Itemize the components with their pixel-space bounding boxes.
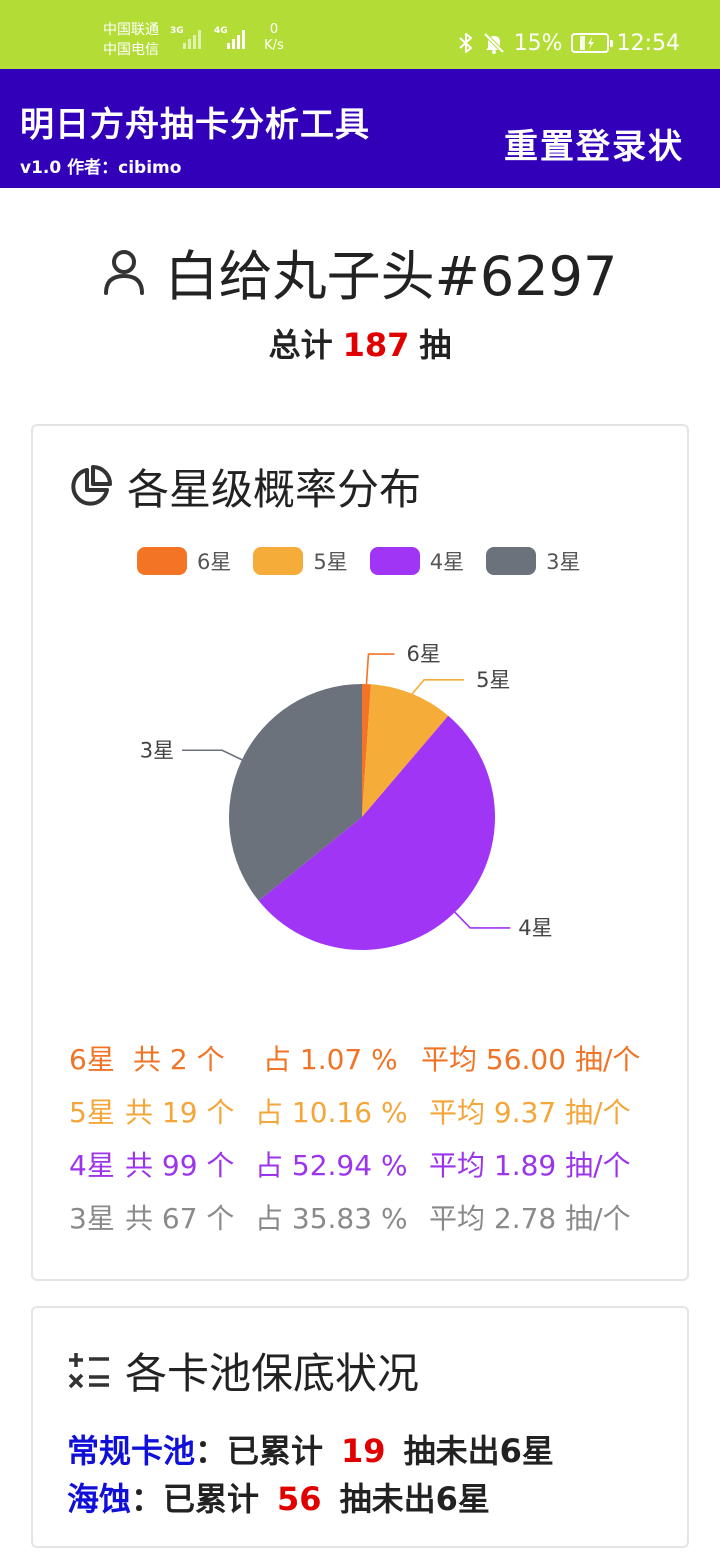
signal-bars-icon [227, 30, 245, 49]
status-bar: 中国联通 中国电信 3G 4G 0 K/s 15% 12:54 [0, 0, 720, 69]
signal-bars-icon [183, 30, 201, 49]
stat-average: 平均 56.00 抽/个 [421, 1043, 641, 1076]
stat-count: 共 19 个 [125, 1096, 235, 1129]
pie-chart: 6星 5星 4星 3星 [140, 642, 553, 950]
user-icon [103, 249, 144, 295]
stat-average: 平均 9.37 抽/个 [429, 1096, 631, 1129]
speed-unit: K/s [264, 38, 284, 53]
pool-title: 各卡池保底状况 [67, 1340, 419, 1401]
stat-count: 共 2 个 [133, 1043, 225, 1076]
app-header: 明日方舟抽卡分析工具 v1.0 作者：cibimo 重置登录状 [0, 69, 720, 188]
stat-star: 5星 [69, 1096, 115, 1129]
carrier-2: 中国电信 [103, 42, 159, 58]
legend-label: 3星 [546, 550, 581, 574]
stat-average: 平均 1.89 抽/个 [429, 1149, 631, 1182]
battery-percent: 15% [513, 30, 563, 56]
carrier-1: 中国联通 [103, 22, 159, 38]
stat-row-5star: 5星 共 19 个 占 10.16 % 平均 9.37 抽/个 [69, 1091, 669, 1144]
stat-percent: 占 10.16 % [255, 1096, 408, 1129]
legend-swatch [253, 547, 304, 575]
distribution-title-text: 各星级概率分布 [127, 465, 422, 514]
pool-separator: ：已累计 [195, 1432, 324, 1470]
distribution-card: 各星级概率分布 6星 5星 4星 3星 6星 5星 4星 3星 6星 共 2 个 占 1.0… [31, 424, 689, 1281]
stat-star: 3星 [69, 1202, 115, 1235]
legend-item[interactable]: 6星 [137, 546, 231, 576]
battery-icon [570, 33, 613, 53]
pool-suffix: 抽未出6星 [339, 1480, 490, 1518]
legend-label: 5星 [313, 550, 348, 574]
total-count: 187 [342, 326, 410, 364]
bluetooth-icon [459, 33, 472, 53]
pie-label: 3星 [140, 738, 174, 762]
status-right: 15% 12:54 [458, 28, 680, 58]
stat-percent: 占 1.07 % [263, 1043, 398, 1076]
app-title: 明日方舟抽卡分析工具 [20, 105, 370, 145]
stat-count: 共 67 个 [125, 1202, 235, 1235]
legend-swatch [369, 547, 420, 575]
pool-count: 56 [277, 1480, 322, 1518]
stat-average: 平均 2.78 抽/个 [429, 1202, 631, 1235]
pie-leader-line [182, 749, 243, 761]
pool-card: 各卡池保底状况 常规卡池：已累计 19 抽未出6星 海蚀：已累计 56 抽未出6星 [31, 1306, 689, 1548]
stat-row-3star: 3星 共 67 个 占 35.83 % 平均 2.78 抽/个 [69, 1197, 669, 1250]
pool-separator: ：已累计 [131, 1480, 260, 1518]
pie-leader-line [454, 911, 511, 929]
legend-swatch [137, 547, 187, 575]
carrier-names: 中国联通 中国电信 [103, 20, 159, 60]
stat-count: 共 99 个 [125, 1149, 235, 1182]
mute-bell-icon [483, 32, 505, 54]
pool-suffix: 抽未出6星 [403, 1432, 554, 1470]
pool-name: 海蚀 [67, 1480, 132, 1518]
pie-chart-icon [71, 464, 112, 506]
pie-leader-line [365, 653, 395, 685]
legend-label: 4星 [429, 550, 465, 574]
user-name: 白给丸子头#6297 [164, 245, 618, 308]
total-suffix: 抽 [419, 326, 452, 364]
stat-star: 6星 [69, 1043, 115, 1076]
total-pulls: 总计 187 抽 [0, 320, 720, 366]
legend-label: 6星 [197, 550, 232, 574]
stat-star: 4星 [69, 1149, 115, 1182]
stats-list: 6星 共 2 个 占 1.07 % 平均 56.00 抽/个 5星 共 19 个… [69, 1038, 669, 1250]
pie-label: 5星 [476, 668, 510, 692]
pie-label: 6星 [406, 642, 440, 666]
chart-legend: 6星 5星 4星 3星 [137, 546, 581, 576]
stat-percent: 占 35.83 % [255, 1202, 408, 1235]
calculator-icon [68, 1352, 109, 1388]
pool-title-text: 各卡池保底状况 [125, 1349, 420, 1398]
reset-login-button[interactable]: 重置登录状 [504, 119, 684, 168]
legend-swatch [486, 547, 537, 575]
app-subtitle: v1.0 作者：cibimo [20, 158, 182, 178]
stat-row-4star: 4星 共 99 个 占 52.94 % 平均 1.89 抽/个 [69, 1144, 669, 1197]
pool-name: 常规卡池 [67, 1432, 196, 1470]
legend-item[interactable]: 3星 [486, 546, 581, 576]
user-header: 白给丸子头#6297 [0, 232, 720, 311]
pie-label: 4星 [518, 916, 552, 940]
pool-row-event: 海蚀：已累计 56 抽未出6星 [67, 1474, 490, 1520]
pool-count: 19 [341, 1432, 386, 1470]
pool-row-standard: 常规卡池：已累计 19 抽未出6星 [67, 1426, 554, 1472]
speed-value: 0 [269, 22, 279, 37]
legend-item[interactable]: 5星 [253, 546, 348, 576]
legend-item[interactable]: 4星 [369, 546, 465, 576]
pie-leader-line [411, 679, 465, 695]
distribution-title: 各星级概率分布 [67, 456, 421, 517]
total-prefix: 总计 [268, 326, 333, 364]
clock: 12:54 [616, 30, 680, 56]
stat-percent: 占 52.94 % [255, 1149, 408, 1182]
network-speed: 0 K/s [260, 22, 288, 54]
stat-row-6star: 6星 共 2 个 占 1.07 % 平均 56.00 抽/个 [69, 1038, 669, 1091]
